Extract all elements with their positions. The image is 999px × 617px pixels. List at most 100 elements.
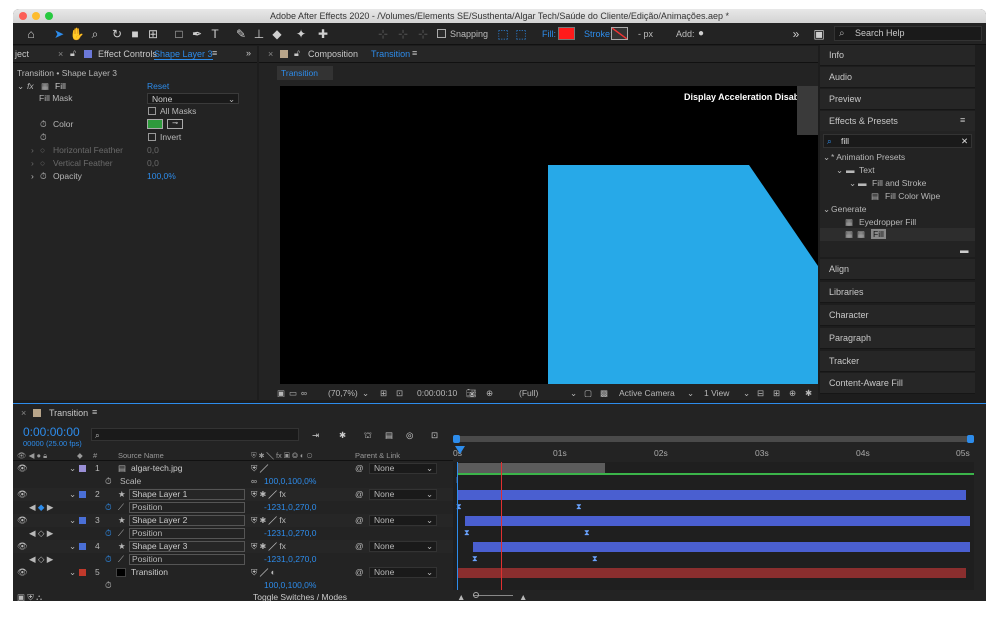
snapshot-icon[interactable]: 📷︎ (466, 387, 477, 399)
work-area-bar[interactable] (457, 436, 971, 442)
layer-bar-1[interactable] (457, 463, 605, 473)
shy-layers-icon[interactable]: ⛫ (364, 429, 372, 441)
visibility-eye-icon[interactable]: 👁︎ (17, 566, 28, 579)
timeline-timecode[interactable]: 0:00:00:00 (23, 425, 80, 439)
comp-subtab[interactable]: Transition (277, 66, 333, 80)
stopwatch-icon[interactable]: ⏱︎ (40, 131, 47, 143)
property-value[interactable]: 100,0,100,0% (264, 579, 316, 590)
fill-mask-dropdown[interactable]: None ⌄ (147, 93, 239, 104)
layer-name[interactable]: Shape Layer 3 (129, 541, 245, 552)
channels-icon[interactable]: ⊕ (486, 387, 493, 399)
panel-overflow-icon[interactable]: » (246, 48, 251, 58)
effect-controls-tab-layer[interactable]: Shape Layer 3 (154, 49, 213, 60)
chevron-down-icon[interactable]: ⌄ (362, 387, 369, 399)
parent-dropdown[interactable]: None ⌄ (369, 515, 437, 526)
fill-color-swatch[interactable] (558, 27, 575, 40)
layer-switches-icon[interactable]: ⛨ ✱ ╱ fx (251, 514, 286, 527)
timeline-tab-name[interactable]: Transition (49, 408, 88, 418)
home-icon[interactable]: ⌂ (23, 26, 39, 42)
region-of-interest-icon[interactable]: ▢ (584, 387, 592, 399)
time-ruler[interactable]: 0s 01s 02s 03s 04s 05s (453, 432, 986, 460)
tree-fill-row[interactable]: ▦ ▦ Fill (820, 228, 975, 241)
panel-menu-icon[interactable]: ≡ (212, 48, 217, 58)
layer-switches-icon[interactable]: ⛨ ✱ ╱ fx (251, 488, 286, 501)
pick-whip-icon[interactable]: @ (355, 514, 364, 527)
zoom-in-icon[interactable]: ▲ (519, 591, 527, 601)
pick-whip-icon[interactable]: @ (355, 566, 364, 579)
work-area-start-handle[interactable] (453, 435, 460, 443)
expand-chevron-icon[interactable]: ⌄ (69, 488, 76, 501)
snap-target-icon[interactable]: ⬚ (513, 26, 529, 42)
keyframe-marker[interactable]: ⧗ (592, 554, 598, 564)
content-aware-fill-panel-tab[interactable]: Content-Aware Fill (820, 373, 975, 394)
layer-row-2[interactable]: 👁︎ ⌄ 2 ★ Shape Layer 1 ⛨ ✱ ╱ fx @ None ⌄ (13, 488, 453, 501)
close-tab-icon[interactable]: × (268, 49, 273, 59)
info-panel-tab[interactable]: Info (820, 45, 975, 66)
transparency-grid-icon[interactable]: ▩ (600, 387, 608, 399)
parent-dropdown[interactable]: None ⌄ (369, 567, 437, 578)
pick-whip-icon[interactable]: @ (355, 540, 364, 553)
track-area[interactable]: I ⧗ ⧗ ⧗ ⧗ ⧗ ⧗ (453, 462, 974, 590)
type-tool-icon[interactable]: T (207, 26, 223, 42)
graph-icon[interactable]: ⟋ (118, 553, 124, 566)
add-menu-icon[interactable]: ● (693, 26, 709, 42)
visibility-eye-icon[interactable]: 👁︎ (17, 540, 28, 553)
preview-panel-tab[interactable]: Preview (820, 89, 975, 110)
keyframe-marker[interactable]: ⧗ (464, 528, 470, 538)
rectangle-tool-icon[interactable]: □ (171, 26, 187, 42)
layer-bar-5[interactable] (457, 568, 966, 578)
zoom-window-button[interactable] (45, 12, 53, 20)
snap-mode-icon[interactable]: ⬚ (495, 26, 511, 42)
fx-icon[interactable]: fx (27, 80, 34, 92)
eyedropper-icon[interactable]: ⊸ (167, 119, 183, 129)
views-dropdown[interactable]: 1 View (704, 387, 729, 399)
playhead-handle[interactable] (455, 446, 465, 454)
comp-mini-flowchart-icon[interactable]: ⇥ (312, 429, 319, 441)
audio-panel-tab[interactable]: Audio (820, 67, 975, 88)
timeline-search-field[interactable]: ⌕ (91, 428, 299, 441)
timeline-icon[interactable]: ⊞ (773, 387, 780, 399)
puppet-tool-icon[interactable]: ✚ (315, 26, 331, 42)
layer-name[interactable]: Shape Layer 1 (129, 489, 245, 500)
tree-animation-presets[interactable]: * Animation Presets (831, 151, 905, 163)
composition-tab-name[interactable]: Transition (371, 49, 410, 59)
layer-switches-toggle-icon[interactable]: ▣ ⛨ ⛬ (17, 591, 42, 601)
panel-menu-icon[interactable]: ≡ (92, 407, 97, 417)
tab-project[interactable]: ject (15, 49, 29, 59)
all-masks-checkbox[interactable] (148, 107, 156, 115)
rotation-tool-icon[interactable]: ↻ (109, 26, 125, 42)
stopwatch-icon[interactable]: ⏱︎ (105, 527, 112, 540)
layer-label-color[interactable] (79, 517, 86, 524)
stroke-color-swatch[interactable] (611, 27, 628, 40)
roto-brush-tool-icon[interactable]: ✦ (293, 26, 309, 42)
resolution-dropdown[interactable]: (Full) (519, 387, 538, 399)
expand-chevron-icon[interactable]: ⌄ (69, 566, 76, 579)
constrain-link-icon[interactable]: ∞ (251, 475, 257, 488)
layer-row-4[interactable]: 👁︎ ⌄ 4 ★ Shape Layer 3 ⛨ ✱ ╱ fx @ None ⌄ (13, 540, 453, 553)
expand-chevron-icon[interactable]: ⌄ (17, 80, 24, 92)
property-value[interactable]: -1231,0,270,0 (264, 501, 316, 514)
comp-viewer[interactable]: Display Acceleration Disable (280, 86, 818, 384)
zoom-slider-handle[interactable] (473, 592, 479, 598)
graph-editor-icon[interactable]: ⊡ (431, 429, 438, 441)
draft-3d-icon[interactable]: ✱ (339, 429, 346, 441)
brush-tool-icon[interactable]: ✎ (233, 26, 249, 42)
workspace-icon[interactable]: ▣ (811, 26, 827, 42)
motion-blur-icon[interactable]: ◎ (406, 429, 413, 441)
always-preview-icon[interactable]: ▣ (277, 387, 285, 399)
grid-icon[interactable]: ⊞ (380, 387, 387, 399)
work-area-end-handle[interactable] (967, 435, 974, 443)
new-folder-icon[interactable]: ▬ (960, 244, 969, 256)
toggle-switches-modes[interactable]: Toggle Switches / Modes (253, 591, 347, 601)
clear-search-icon[interactable]: ✕ (961, 135, 968, 147)
expand-chevron-icon[interactable]: › (31, 144, 34, 156)
tree-generate[interactable]: Generate (831, 203, 866, 215)
keyframe-nav-icon[interactable]: ◀ ◇ ▶ (29, 553, 53, 566)
layer-bar-3[interactable] (465, 516, 970, 526)
parent-dropdown[interactable]: None ⌄ (369, 489, 437, 500)
keyframe-marker[interactable]: ⧗ (584, 528, 590, 538)
stopwatch-icon[interactable]: ⏱︎ (40, 170, 47, 182)
tree-fill-color-wipe[interactable]: Fill Color Wipe (885, 190, 940, 202)
tree-fill-and-stroke[interactable]: Fill and Stroke (872, 177, 926, 189)
zoom-slider[interactable] (473, 595, 513, 596)
